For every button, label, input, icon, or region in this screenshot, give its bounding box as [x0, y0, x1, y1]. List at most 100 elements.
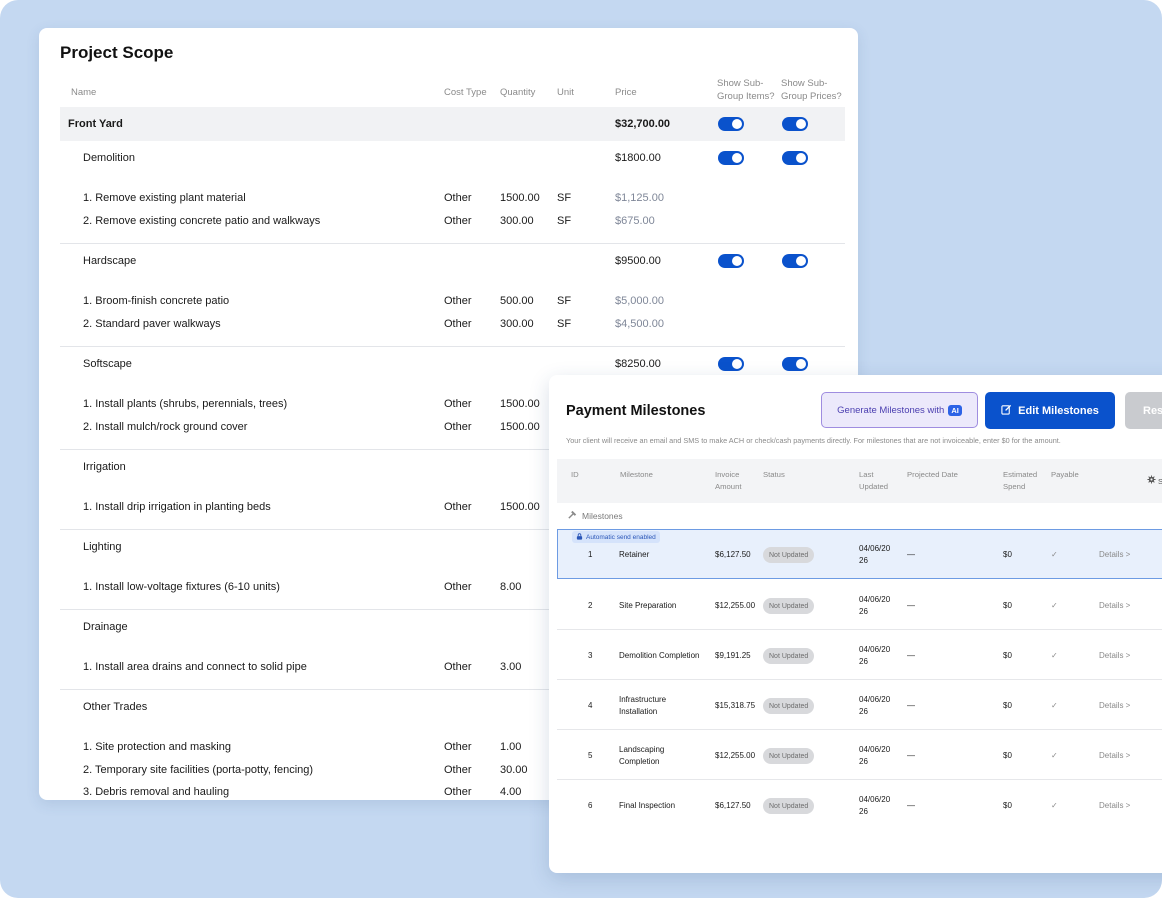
line-item-name[interactable]: 1. Remove existing plant material — [83, 192, 246, 204]
line-item-name[interactable]: 1. Site protection and masking — [83, 741, 231, 753]
milestones-section: Milestones — [567, 509, 623, 522]
line-item-price: $4,500.00 — [615, 318, 664, 330]
col-projected-date: Projected Date — [907, 470, 958, 479]
line-item-quantity: 1500.00 — [500, 421, 540, 433]
subgroup-name[interactable]: Hardscape — [83, 255, 136, 267]
line-item-quantity: 8.00 — [500, 581, 522, 593]
toggle-show-prices[interactable] — [782, 254, 808, 268]
payable-check-icon: ✓ — [1051, 550, 1058, 559]
header-show-prices-line2: Group Prices? — [781, 91, 842, 102]
details-link[interactable]: Details > — [1099, 700, 1130, 712]
payable-check-icon: ✓ — [1051, 701, 1058, 710]
line-item-price: $1,125.00 — [615, 192, 664, 204]
details-link[interactable]: Details > — [1099, 750, 1130, 762]
header-cost-type: Cost Type — [444, 87, 487, 98]
invoice-amount: $15,318.75 — [715, 701, 756, 710]
subgroup-name[interactable]: Drainage — [83, 621, 128, 633]
toggle-show-prices[interactable] — [782, 357, 808, 371]
status-badge: Not Updated — [763, 698, 815, 714]
line-item-price: $675.00 — [615, 215, 655, 227]
toggle-show-items[interactable] — [718, 151, 744, 165]
line-item-quantity: 4.00 — [500, 786, 522, 798]
line-item-name[interactable]: 1. Install plants (shrubs, perennials, t… — [83, 398, 287, 410]
subgroup-price: $8250.00 — [615, 358, 661, 370]
subgroup-name[interactable]: Lighting — [83, 541, 122, 553]
milestone-name: Retainer — [619, 550, 650, 559]
line-item-name[interactable]: 3. Debris removal and hauling — [83, 786, 229, 798]
projected-date: — — [907, 751, 915, 760]
reset-button[interactable]: Res — [1125, 392, 1162, 429]
toggle-show-items[interactable] — [718, 254, 744, 268]
last-updated-line1: 04/06/20 — [859, 695, 891, 704]
generate-milestones-label: Generate Milestones with — [837, 404, 945, 416]
details-link[interactable]: Details > — [1099, 600, 1130, 612]
edit-milestones-button[interactable]: Edit Milestones — [985, 392, 1115, 429]
line-item-unit: SF — [557, 192, 572, 204]
subgroup-name[interactable]: Softscape — [83, 358, 132, 370]
ai-badge: AI — [948, 404, 962, 416]
milestone-name: Final Inspection — [619, 801, 676, 810]
milestones-note: Your client will receive an email and SM… — [566, 436, 1061, 445]
line-item-quantity: 300.00 — [500, 318, 534, 330]
line-item-name[interactable]: 2. Standard paver walkways — [83, 318, 221, 330]
milestones-title: Payment Milestones — [566, 403, 706, 419]
subgroup-name[interactable]: Other Trades — [83, 701, 147, 713]
line-item-name[interactable]: 2. Install mulch/rock ground cover — [83, 421, 247, 433]
col-status: Status — [763, 470, 785, 479]
line-item-cost-type: Other — [444, 764, 472, 776]
line-item-quantity: 30.00 — [500, 764, 528, 776]
last-updated-line1: 04/06/20 — [859, 645, 891, 654]
status-badge: Not Updated — [763, 598, 815, 614]
gear-icon — [1147, 475, 1156, 488]
toggle-show-prices[interactable] — [782, 151, 808, 165]
subgroup-price: $9500.00 — [615, 255, 661, 267]
estimated-spend: $0 — [1003, 751, 1012, 760]
details-link[interactable]: Details > — [1099, 650, 1130, 662]
line-item-name[interactable]: 1. Install area drains and connect to so… — [83, 661, 307, 673]
col-est-line1: Estimated — [1003, 470, 1038, 479]
col-invoice-line1: Invoice — [715, 470, 740, 479]
generate-milestones-button[interactable]: Generate Milestones with AI — [821, 392, 978, 428]
col-invoice-amount: Invoice Amount — [715, 469, 742, 493]
toggle-show-prices[interactable] — [782, 117, 808, 131]
line-item-quantity: 3.00 — [500, 661, 522, 673]
column-settings[interactable]: S — [1147, 475, 1162, 488]
line-item-name[interactable]: 2. Remove existing concrete patio and wa… — [83, 215, 320, 227]
milestone-name: Site Preparation — [619, 601, 677, 610]
line-item-quantity: 1500.00 — [500, 398, 540, 410]
toggle-show-items[interactable] — [718, 357, 744, 371]
milestone-id: 5 — [588, 751, 593, 760]
invoice-amount: $6,127.50 — [715, 550, 751, 559]
last-updated-line2: 26 — [859, 607, 868, 616]
line-item-name[interactable]: 1. Install drip irrigation in planting b… — [83, 501, 271, 513]
lock-icon — [576, 532, 583, 542]
status-badge: Not Updated — [763, 748, 815, 764]
header-unit: Unit — [557, 87, 574, 98]
last-updated-line1: 04/06/20 — [859, 745, 891, 754]
line-item-quantity: 300.00 — [500, 215, 534, 227]
line-item-quantity: 1500.00 — [500, 501, 540, 513]
invoice-amount: $9,191.25 — [715, 651, 751, 660]
last-updated-line1: 04/06/20 — [859, 544, 891, 553]
details-link[interactable]: Details > — [1099, 800, 1130, 812]
line-item-name[interactable]: 1. Install low-voltage fixtures (6-10 un… — [83, 581, 280, 593]
col-milestone: Milestone — [620, 470, 653, 479]
row-divider — [60, 346, 845, 347]
line-item-name[interactable]: 2. Temporary site facilities (porta-pott… — [83, 764, 313, 776]
subgroup-name[interactable]: Demolition — [83, 152, 135, 164]
payable-check-icon: ✓ — [1051, 651, 1058, 660]
payable-check-icon: ✓ — [1051, 601, 1058, 610]
col-payable: Payable — [1051, 470, 1079, 479]
subgroup-name[interactable]: Irrigation — [83, 461, 126, 473]
line-item-unit: SF — [557, 215, 572, 227]
details-link[interactable]: Details > — [1099, 549, 1130, 561]
toggle-show-items[interactable] — [718, 117, 744, 131]
canvas-background: Project Scope Name Cost Type Quantity Un… — [0, 0, 1162, 898]
edit-icon — [1001, 404, 1012, 418]
col-last-line2: Updated — [859, 482, 889, 491]
last-updated-line2: 26 — [859, 657, 868, 666]
status-badge: Not Updated — [763, 547, 815, 563]
line-item-cost-type: Other — [444, 501, 472, 513]
milestone-name-line2: Completion — [619, 757, 660, 766]
line-item-name[interactable]: 1. Broom-finish concrete patio — [83, 295, 229, 307]
